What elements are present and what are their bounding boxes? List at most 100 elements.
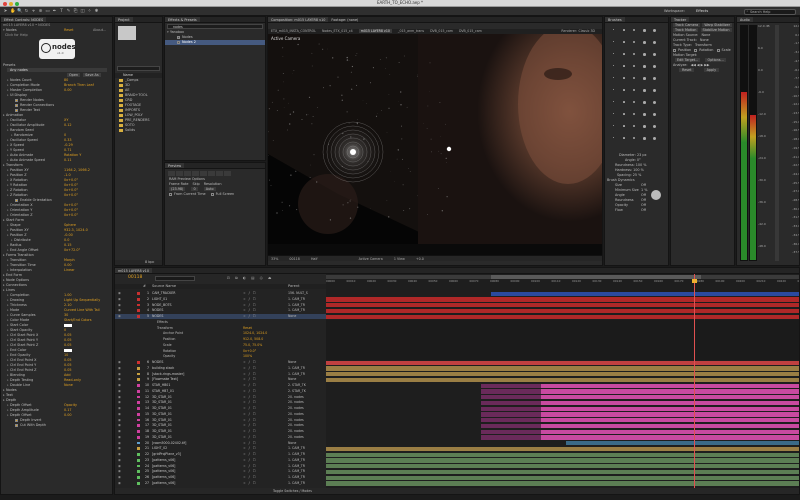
layer-name[interactable]: LIGHT_02 <box>152 446 217 451</box>
layer-row[interactable]: ◉ 21 LIGHT_02 ⊹ / ☐ 1. CAM_TR <box>115 446 326 451</box>
layer-switches[interactable]: ⊹ / ☐ <box>243 418 257 423</box>
layer-switches[interactable]: ⊹ / ☐ <box>243 406 257 411</box>
track-motion-button[interactable]: Track Motion <box>673 28 699 32</box>
brush-tip-item[interactable] <box>643 41 646 44</box>
layer-name[interactable]: LIGHT_01 <box>152 297 217 302</box>
layer-name[interactable]: building stack <box>152 366 217 371</box>
visibility-icon[interactable]: ◉ <box>118 481 121 486</box>
rotation-checkbox[interactable]: Rotation <box>699 48 713 52</box>
layer-duration-bar[interactable] <box>326 452 799 457</box>
preset-open-button[interactable]: Open <box>67 73 81 77</box>
brush-tip-item[interactable] <box>653 113 656 116</box>
label-color-swatch[interactable] <box>137 292 140 295</box>
viewer-current-time[interactable]: 00118 <box>289 257 300 261</box>
visibility-icon[interactable]: ◉ <box>118 303 121 308</box>
layer-duration-bar[interactable] <box>326 481 799 486</box>
label-color-swatch[interactable] <box>137 309 140 313</box>
audio-icon[interactable] <box>208 171 215 176</box>
layer-switches[interactable]: ⊹ / ☐ <box>243 308 257 313</box>
visibility-icon[interactable]: ◉ <box>118 377 121 382</box>
visibility-icon[interactable]: ◉ <box>118 464 121 469</box>
brush-tip-item[interactable] <box>623 41 625 43</box>
label-color-swatch[interactable] <box>137 395 140 399</box>
visibility-icon[interactable]: ◉ <box>118 372 121 377</box>
pen-tool-icon[interactable]: ✒ <box>52 9 57 14</box>
col-parent-header[interactable]: Parent <box>288 284 300 288</box>
layer-name[interactable]: 3D_STAR_01 <box>152 406 217 411</box>
layer-row[interactable]: ◉ 25 [patterns_v06] ⊹ / ☐ 1. CAM_TR <box>115 469 326 474</box>
brush-dynamics-value[interactable]: Off <box>641 208 646 213</box>
brush-dynamics-row[interactable]: Flow Off <box>605 208 668 213</box>
visibility-icon[interactable]: ◉ <box>118 435 121 440</box>
brush-tip-item[interactable] <box>653 89 656 92</box>
motion-source-dropdown[interactable]: None <box>701 33 710 37</box>
label-color-swatch[interactable] <box>137 481 140 485</box>
layer-row[interactable]: ◉ 13 3D_STAR_01 ⊹ / ☐ 20. nodes <box>115 400 326 405</box>
skip-field[interactable]: 0 <box>191 187 198 191</box>
parent-dropdown[interactable]: 1. CAM_TR <box>288 366 324 371</box>
layer-duration-bar[interactable] <box>326 446 799 452</box>
tab-composition[interactable]: Composition: m015 LAYER8 v10 <box>268 17 329 22</box>
label-color-swatch[interactable] <box>137 407 140 410</box>
timeline-current-time[interactable]: 00118 <box>128 275 142 280</box>
visibility-icon[interactable]: ◉ <box>118 446 121 451</box>
hand-tool-icon[interactable]: ✋ <box>10 9 16 14</box>
layer-row[interactable]: ◉ 23 [patterns_v06] ⊹ / ☐ 1. CAM_TR <box>115 458 326 463</box>
layer-switches[interactable]: ⊹ / ☐ <box>243 314 257 319</box>
tab-effects-presets[interactable]: Effects & Presets <box>165 17 200 22</box>
zoom-tool-icon[interactable]: 🔍 <box>17 9 23 14</box>
label-color-swatch[interactable] <box>137 412 140 416</box>
visibility-icon[interactable]: ◉ <box>118 366 121 371</box>
parent-dropdown[interactable]: 1. CAM_TR <box>288 469 324 474</box>
label-color-swatch[interactable] <box>137 447 140 451</box>
parent-dropdown[interactable]: 1. CAM_TR <box>288 372 324 377</box>
parent-dropdown[interactable]: 20. nodes <box>288 395 324 400</box>
tracker-reset-button[interactable]: Reset <box>679 68 695 72</box>
brush-tip-item[interactable] <box>653 53 656 56</box>
rotate-tool-icon[interactable]: ↻ <box>24 9 29 14</box>
layer-row[interactable]: ◉ 7 building stack ⊹ / ☐ 1. CAM_TR <box>115 366 326 371</box>
viewer-resolution-dropdown[interactable]: Half <box>311 257 318 261</box>
workspace-dropdown[interactable]: Effects <box>696 9 708 13</box>
layer-duration-bar[interactable] <box>541 383 799 388</box>
label-color-swatch[interactable] <box>137 418 140 422</box>
layer-name[interactable]: [patterns_v06] <box>152 469 217 474</box>
layer-row[interactable]: ◉ 4 NODES ⊹ / ☐ 1. CAM_TR <box>115 308 326 313</box>
layer-duration-bar[interactable] <box>541 389 799 394</box>
visibility-icon[interactable]: ◉ <box>118 406 121 411</box>
layer-switches[interactable]: ⊹ / ☐ <box>243 469 257 474</box>
layer-row[interactable]: ◉ 2 LIGHT_01 ⊹ / ☐ 1. CAM_TR <box>115 297 326 302</box>
brush-tip-item[interactable] <box>633 137 635 139</box>
label-color-swatch[interactable] <box>137 372 140 376</box>
layer-switches[interactable]: ⊹ / ☐ <box>243 441 257 446</box>
tracker-apply-button[interactable]: Apply <box>703 68 720 72</box>
brush-tip-item[interactable] <box>643 89 646 92</box>
current-track-dropdown[interactable]: None <box>700 38 709 42</box>
layer-name[interactable]: STAR_HB7_01 <box>152 389 217 394</box>
visibility-icon[interactable]: ◉ <box>118 423 121 428</box>
last-frame-icon[interactable] <box>200 171 207 176</box>
col-name-header[interactable]: Source Name <box>152 284 176 288</box>
layer-name[interactable]: 3D_STAR_01 <box>152 429 217 434</box>
zoom-dropdown[interactable]: 33% <box>271 257 278 261</box>
label-color-swatch[interactable] <box>137 297 140 301</box>
effect-help-link[interactable]: Click for Help <box>1 33 112 38</box>
brush-tip-item[interactable] <box>623 53 625 55</box>
parent-dropdown[interactable]: None <box>288 360 324 365</box>
brush-tip-item[interactable] <box>613 125 614 126</box>
brush-tip-item[interactable] <box>623 89 625 91</box>
brush-tip-item[interactable] <box>643 65 646 68</box>
layer-duration-bar[interactable] <box>481 389 541 394</box>
brush-tip-item[interactable] <box>613 29 614 30</box>
brush-tip-item[interactable] <box>623 137 625 139</box>
brush-tip-item[interactable] <box>613 113 614 114</box>
layer-duration-bar[interactable] <box>326 372 799 377</box>
layer-row[interactable]: ◉ 27 [patterns_v06] ⊹ / ☐ 1. CAM_TR <box>115 481 326 486</box>
brush-tip-item[interactable] <box>643 101 646 104</box>
layer-name[interactable]: 3D_STAR_01 <box>152 435 217 440</box>
label-color-swatch[interactable] <box>137 366 140 370</box>
loop-icon[interactable] <box>216 171 223 176</box>
layer-duration-bar[interactable] <box>481 423 541 429</box>
prev-frame-icon[interactable] <box>176 171 183 176</box>
brush-tip-item[interactable] <box>643 29 646 32</box>
